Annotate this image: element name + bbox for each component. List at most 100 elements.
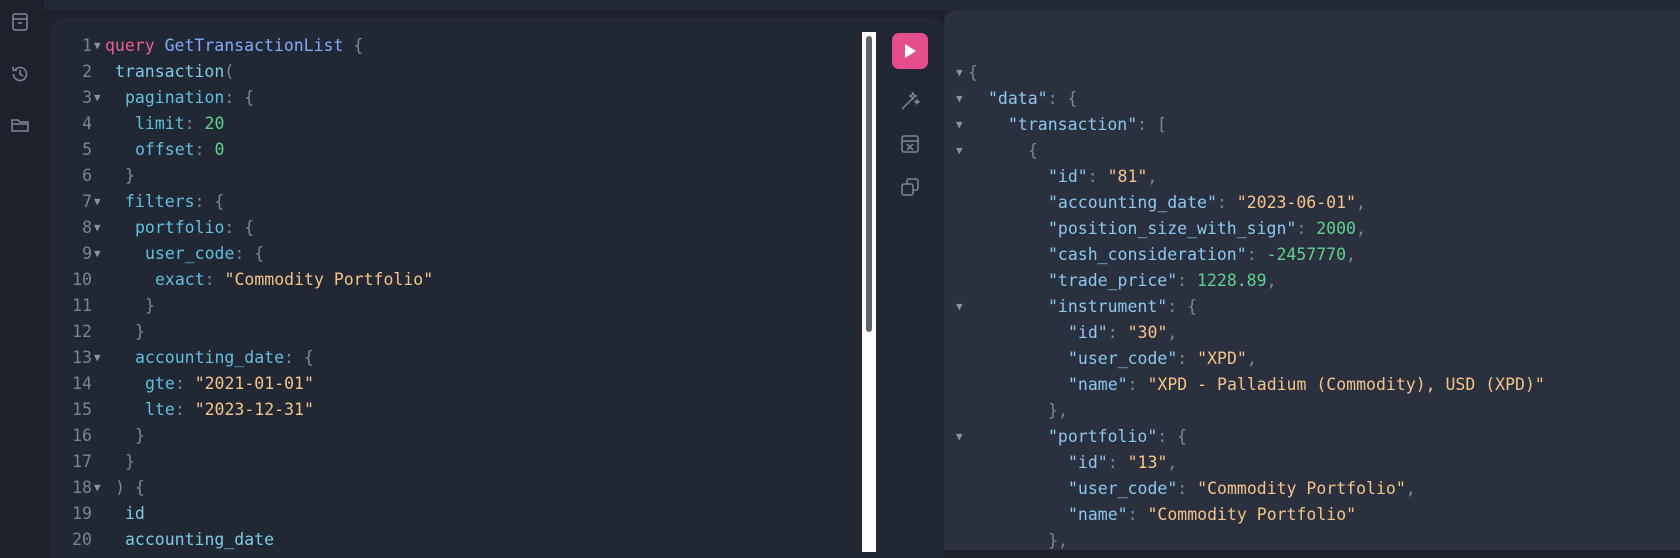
code-token: exact: [155, 270, 205, 289]
editor-line[interactable]: 18 ▼) {: [50, 475, 860, 501]
line-number: 16: [72, 426, 92, 445]
code-token: "data": [988, 89, 1048, 108]
editor-line[interactable]: 3 ▼ pagination: {: [50, 85, 860, 111]
code-token: ,: [1266, 271, 1277, 290]
result-line: ▼{: [944, 138, 1674, 164]
code-token: :: [1296, 219, 1307, 238]
code-token: :: [1087, 167, 1098, 186]
fold-toggle-icon[interactable]: ▼: [956, 424, 963, 450]
code-text: "position_size_with_sign": 2000,: [1048, 216, 1366, 242]
code-text: {: [968, 60, 978, 86]
code-token: :: [284, 348, 294, 367]
editor-line[interactable]: 17}: [50, 449, 860, 475]
editor-line[interactable]: 5 offset: 0: [50, 137, 860, 163]
editor-line[interactable]: 19 id: [50, 501, 860, 527]
code-token: :: [224, 88, 235, 107]
editor-line[interactable]: 9 ▼ user_code: {: [50, 241, 860, 267]
fold-toggle-icon[interactable]: ▼: [956, 86, 963, 112]
code-token: [: [1157, 115, 1167, 134]
line-number: 1: [82, 36, 92, 55]
editor-line[interactable]: 14 gte: "2021-01-01": [50, 371, 860, 397]
code-token: },: [1048, 531, 1068, 550]
code-token: ,: [1147, 167, 1158, 186]
code-token: :: [1127, 505, 1138, 524]
code-token: :: [194, 192, 205, 211]
result-line: ▼ "transaction": [: [944, 112, 1674, 138]
code-text: "transaction": [: [1008, 112, 1167, 138]
fold-toggle-icon[interactable]: ▼: [956, 138, 963, 164]
code-text: user_code: {: [145, 241, 264, 267]
code-token: :: [1107, 323, 1118, 342]
line-number: 2: [82, 62, 92, 81]
code-token: offset: [135, 140, 195, 159]
editor-line[interactable]: 7 ▼ filters: {: [50, 189, 860, 215]
code-text: "trade_price": 1228.89,: [1048, 268, 1277, 294]
code-token: ,: [1346, 245, 1356, 264]
code-token: "cash_consideration": [1048, 245, 1247, 264]
history-icon[interactable]: [10, 64, 30, 84]
fold-toggle-icon[interactable]: ▼: [94, 241, 101, 267]
code-text: "name": "Commodity Portfolio": [1068, 502, 1356, 528]
editor-line[interactable]: 15 lte: "2023-12-31": [50, 397, 860, 423]
fold-toggle-icon[interactable]: ▼: [94, 475, 101, 501]
editor-line[interactable]: 16}: [50, 423, 860, 449]
query-editor[interactable]: 1 ▼ query GetTransactionList { 2 transaction…: [50, 18, 944, 558]
run-query-button[interactable]: [892, 33, 928, 69]
fold-toggle-icon[interactable]: ▼: [94, 33, 101, 59]
line-number: 20: [72, 530, 92, 549]
code-text: "name": "XPD - Palladium (Commodity), US…: [1068, 372, 1545, 398]
code-token: "user_code": [1068, 479, 1178, 498]
editor-line[interactable]: 10 exact: "Commodity Portfolio": [50, 267, 860, 293]
code-text: exact: "Commodity Portfolio": [155, 267, 433, 293]
code-token: "id": [1068, 453, 1108, 472]
code-text: }: [125, 449, 135, 475]
fold-toggle-icon[interactable]: ▼: [94, 215, 101, 241]
result-pane: ▼{▼ "data": {▼ "transaction": [▼{"id": "81…: [944, 10, 1680, 550]
editor-line[interactable]: 11}: [50, 293, 860, 319]
editor-line[interactable]: 20 accounting_date: [50, 527, 860, 553]
fold-toggle-icon[interactable]: ▼: [956, 294, 963, 320]
result-line: ▼ "instrument": {: [944, 294, 1674, 320]
result-line: ▼ "data": {: [944, 86, 1674, 112]
code-token: :: [174, 400, 185, 419]
fold-toggle-icon[interactable]: ▼: [94, 85, 101, 111]
code-text: accounting_date: {: [135, 345, 314, 371]
code-token: accounting_date: [135, 348, 285, 367]
code-token: "name": [1068, 505, 1128, 524]
editor-scrollbar-thumb[interactable]: [866, 36, 872, 332]
code-token: {: [244, 218, 255, 237]
code-token: id: [125, 504, 145, 523]
code-token: :: [1177, 349, 1188, 368]
fold-toggle-icon[interactable]: ▼: [94, 345, 101, 371]
fold-toggle-icon[interactable]: ▼: [94, 189, 101, 215]
code-token: :: [1246, 245, 1257, 264]
code-text: gte: "2021-01-01": [145, 371, 314, 397]
copy-icon[interactable]: [899, 176, 921, 198]
code-token: "Commodity Portfolio": [1147, 505, 1357, 524]
folder-icon[interactable]: [10, 115, 30, 135]
code-token: :: [204, 270, 215, 289]
editor-line[interactable]: 4 limit: 20: [50, 111, 860, 137]
code-text: "user_code": "Commodity Portfolio",: [1068, 476, 1416, 502]
code-token: "XPD": [1197, 349, 1247, 368]
code-token: "2021-01-01": [194, 374, 314, 393]
editor-line[interactable]: 13 ▼ accounting_date: {: [50, 345, 860, 371]
merge-fragments-icon[interactable]: [899, 133, 921, 155]
code-token: }: [135, 322, 145, 341]
editor-line[interactable]: 1 ▼ query GetTransactionList {: [50, 33, 860, 59]
prettify-icon[interactable]: [899, 90, 921, 112]
editor-line[interactable]: 2 transaction(: [50, 59, 860, 85]
line-number: 7: [82, 192, 92, 211]
code-text: ) {: [115, 475, 145, 501]
fold-toggle-icon[interactable]: ▼: [956, 112, 963, 138]
docs-icon[interactable]: [10, 12, 30, 32]
line-number: 5: [82, 140, 92, 159]
editor-line[interactable]: 8 ▼ portfolio: {: [50, 215, 860, 241]
editor-line[interactable]: 12}: [50, 319, 860, 345]
code-text: transaction(: [115, 59, 234, 85]
code-text: {: [1028, 138, 1038, 164]
code-token: {: [244, 88, 255, 107]
code-token: :: [1107, 453, 1118, 472]
editor-line[interactable]: 6}: [50, 163, 860, 189]
fold-toggle-icon[interactable]: ▼: [956, 60, 963, 86]
